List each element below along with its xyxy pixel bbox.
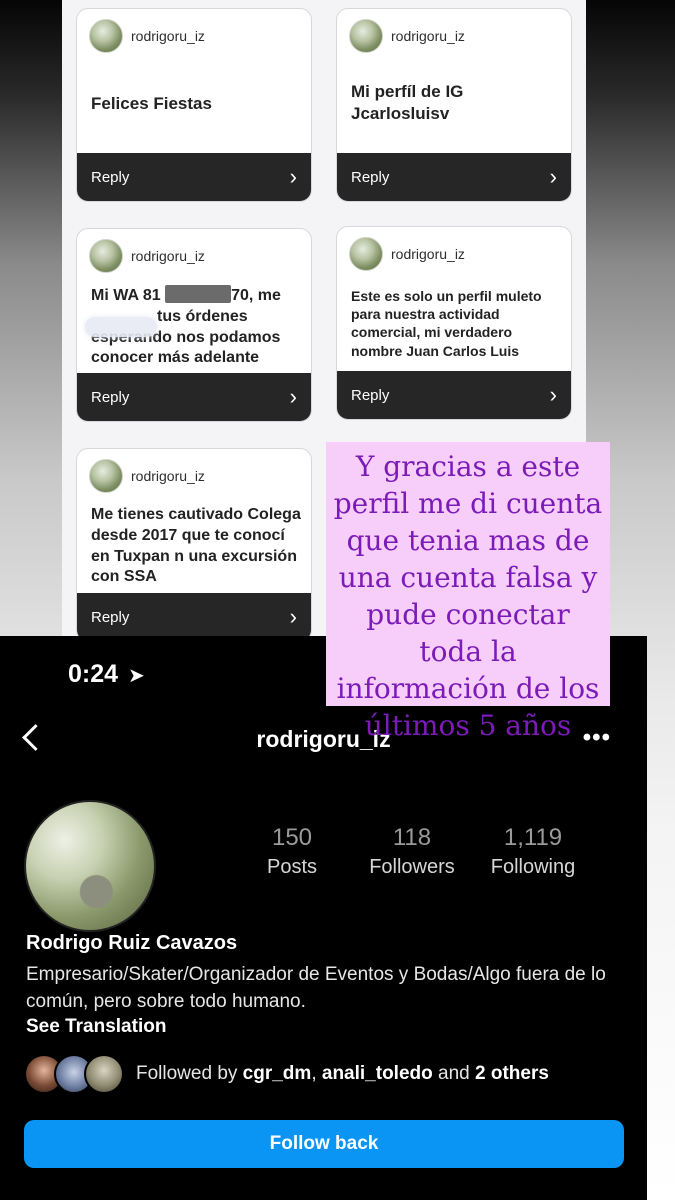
followed-user[interactable]: cgr_dm [243, 1063, 312, 1084]
reply-button[interactable]: Reply › [77, 153, 311, 201]
comment-card: rodrigoru_iz Mi WA 81 70, me tus órdenes… [76, 228, 312, 422]
following-stat[interactable]: 1,119 Following [473, 824, 593, 879]
following-count: 1,119 [503, 824, 563, 851]
reply-label: Reply [91, 608, 130, 626]
conjunction: and [432, 1063, 475, 1084]
followers-count: 118 [392, 824, 432, 851]
story-text-overlay: Y gracias a este perfil me di cuenta que… [326, 442, 610, 742]
reply-label: Reply [91, 168, 130, 186]
follow-back-button[interactable]: Follow back [24, 1120, 624, 1168]
reply-button[interactable]: Reply › [337, 153, 571, 201]
chevron-right-icon: › [549, 382, 557, 407]
posts-count: 150 [271, 824, 313, 851]
message-text-end: 70, me [231, 287, 281, 304]
avatar [89, 459, 123, 493]
comment-card: rodrigoru_iz Me tienes cautivado Colega … [76, 448, 312, 642]
following-label: Following [490, 856, 576, 878]
followers-label: Followers [369, 856, 455, 878]
posts-label: Posts [266, 856, 318, 878]
time-text: 0:24 [68, 660, 119, 688]
status-bar-time: 0:24 ➤ [68, 660, 145, 689]
avatar [349, 19, 383, 53]
separator: , [311, 1063, 322, 1084]
comment-header: rodrigoru_iz [349, 19, 465, 53]
location-arrow-icon: ➤ [128, 665, 145, 687]
comment-message: Mi perfíl de IG Jcarlosluisv [351, 82, 464, 124]
reply-button[interactable]: Reply › [337, 371, 571, 419]
chevron-right-icon: › [289, 604, 297, 629]
more-options-icon[interactable]: ••• [583, 724, 611, 752]
comment-message: Me tienes cautivado Colega desde 2017 qu… [91, 506, 301, 586]
comment-header: rodrigoru_iz [349, 237, 465, 271]
followed-by-prefix: Followed by [136, 1063, 243, 1084]
comment-username: rodrigoru_iz [391, 246, 465, 262]
comment-username: rodrigoru_iz [131, 248, 205, 264]
followed-by-row[interactable]: Followed by cgr_dm, anali_toledo and 2 o… [24, 1054, 549, 1094]
followers-stat[interactable]: 118 Followers [352, 824, 472, 879]
message-text-start: Mi WA 81 [91, 287, 161, 304]
comment-header: rodrigoru_iz [89, 459, 205, 493]
comment-message: Este es solo un perfil muleto para nuest… [351, 288, 542, 359]
avatar [89, 239, 123, 273]
see-translation-link[interactable]: See Translation [26, 1016, 166, 1038]
blur-mark [85, 317, 157, 337]
comment-card: rodrigoru_iz Felices Fiestas Reply › [76, 8, 312, 202]
followed-user[interactable]: anali_toledo [322, 1063, 433, 1084]
comment-username: rodrigoru_iz [391, 28, 465, 44]
reply-button[interactable]: Reply › [77, 593, 311, 641]
followed-by-text: Followed by cgr_dm, anali_toledo and 2 o… [136, 1063, 549, 1085]
comment-username: rodrigoru_iz [131, 28, 205, 44]
followed-others[interactable]: 2 others [475, 1063, 549, 1084]
comment-card: rodrigoru_iz Mi perfíl de IG Jcarlosluis… [336, 8, 572, 202]
comment-card: rodrigoru_iz Este es solo un perfil mule… [336, 226, 572, 420]
redacted-number [165, 285, 232, 303]
avatar [89, 19, 123, 53]
comment-username: rodrigoru_iz [131, 468, 205, 484]
avatar [349, 237, 383, 271]
reply-label: Reply [351, 386, 390, 404]
reply-label: Reply [351, 168, 390, 186]
reply-button[interactable]: Reply › [77, 373, 311, 421]
profile-full-name: Rodrigo Ruiz Cavazos [26, 932, 238, 954]
posts-stat[interactable]: 150 Posts [232, 824, 352, 879]
chevron-right-icon: › [289, 384, 297, 409]
reply-label: Reply [91, 388, 130, 406]
chevron-right-icon: › [549, 164, 557, 189]
profile-avatar[interactable] [24, 800, 156, 932]
comment-message: Felices Fiestas [91, 94, 212, 113]
comment-header: rodrigoru_iz [89, 239, 205, 273]
comment-header: rodrigoru_iz [89, 19, 205, 53]
follower-avatar [84, 1054, 124, 1094]
chevron-right-icon: › [289, 164, 297, 189]
profile-bio: Empresario/Skater/Organizador de Eventos… [26, 964, 606, 1012]
